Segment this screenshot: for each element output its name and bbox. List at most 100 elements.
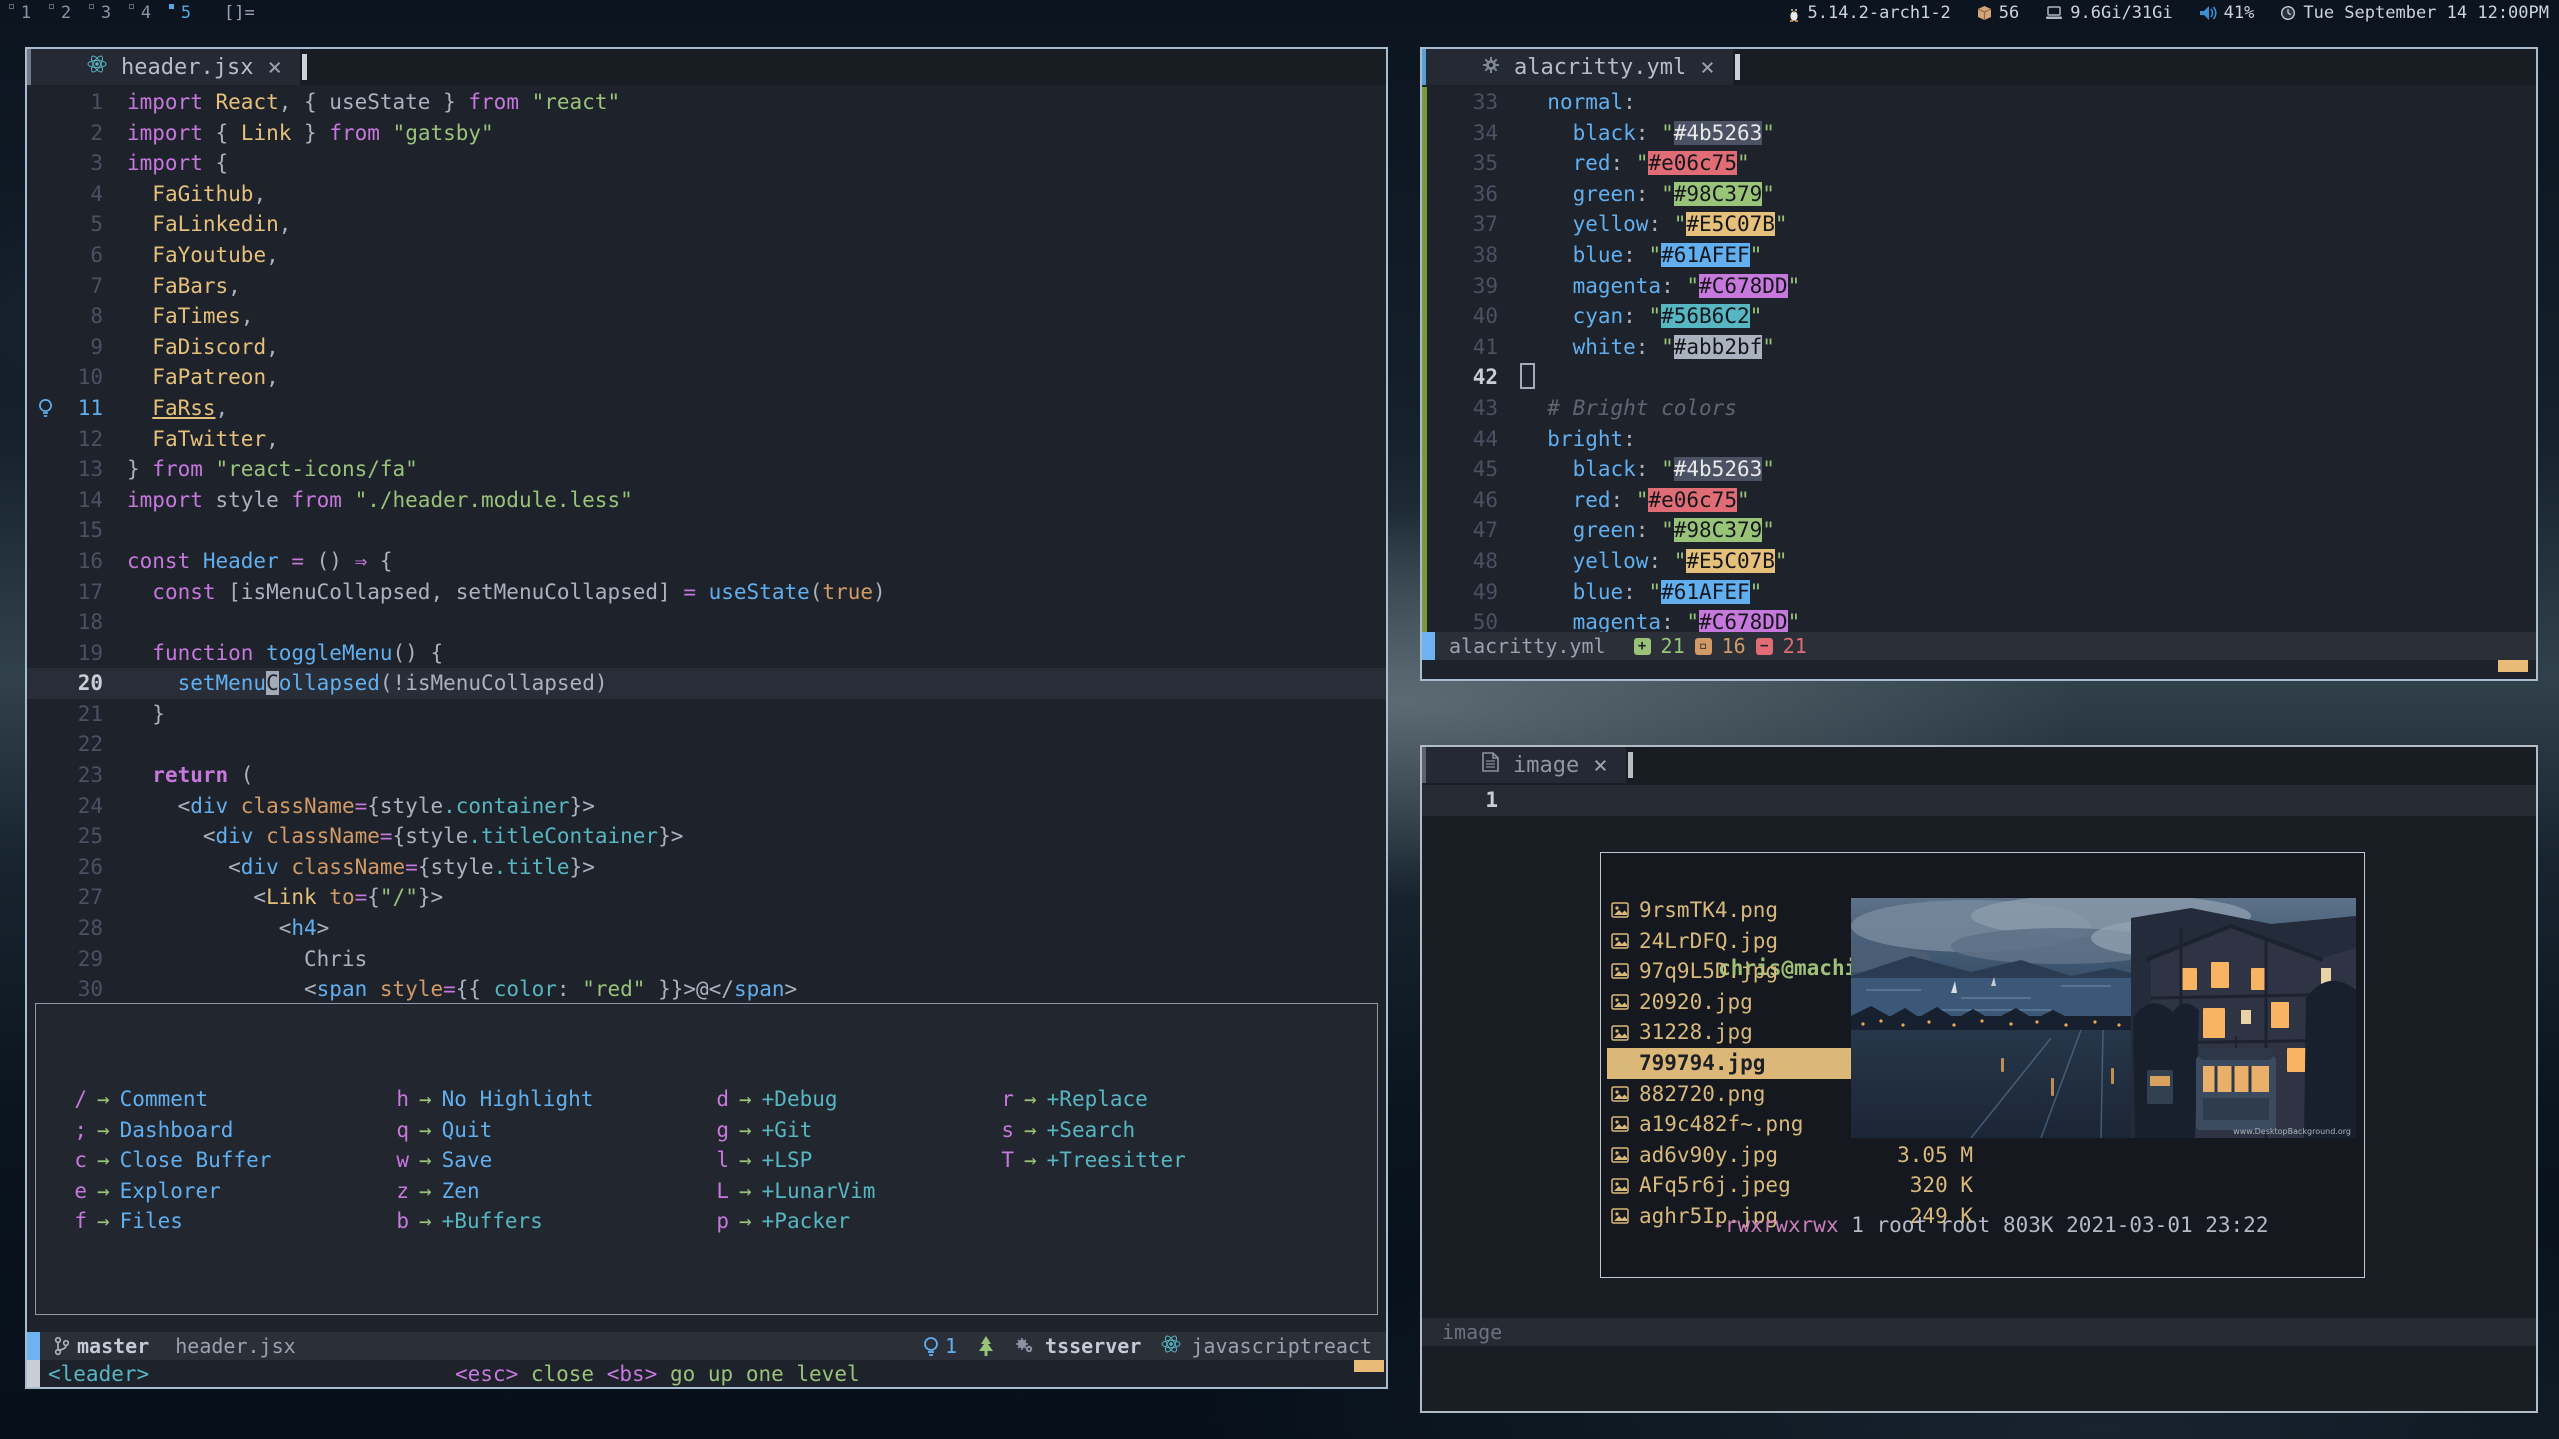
image-file-icon <box>1611 902 1639 918</box>
code-line-15[interactable]: 15 <box>27 515 1386 546</box>
whichkey-binding-p[interactable]: p→+Packer <box>716 1206 1001 1237</box>
line-number: 48 <box>1458 546 1498 577</box>
code-line-5[interactable]: 5 FaLinkedin, <box>27 209 1386 240</box>
whichkey-binding-/[interactable]: /→Comment <box>74 1084 396 1115</box>
code-line-44[interactable]: 44 bright: <box>1422 424 2536 455</box>
code-line-36[interactable]: 36 green: "#98C379" <box>1422 179 2536 210</box>
code-line-49[interactable]: 49 blue: "#61AFEF" <box>1422 577 2536 608</box>
code-buffer-alacritty-yml[interactable]: 33 normal:34 black: "#4b5263"35 red: "#e… <box>1422 87 2536 638</box>
code-line-2[interactable]: 2import { Link } from "gatsby" <box>27 118 1386 149</box>
code-line-39[interactable]: 39 magenta: "#C678DD" <box>1422 271 2536 302</box>
code-line-6[interactable]: 6 FaYoutube, <box>27 240 1386 271</box>
whichkey-binding-r[interactable]: r→+Replace <box>1001 1084 1377 1115</box>
code-line-35[interactable]: 35 red: "#e06c75" <box>1422 148 2536 179</box>
whichkey-binding-w[interactable]: w→Save <box>396 1145 716 1176</box>
line-content: import { Link } from "gatsby" <box>127 118 494 149</box>
code-line-13[interactable]: 13} from "react-icons/fa" <box>27 454 1386 485</box>
code-line-40[interactable]: 40 cyan: "#56B6C2" <box>1422 301 2536 332</box>
code-line-27[interactable]: 27 <Link to={"/"}> <box>27 882 1386 913</box>
editor-window-top-right: alacritty.yml × 33 normal:34 black: "#4b… <box>1420 47 2538 681</box>
whichkey-binding-q[interactable]: q→Quit <box>396 1115 716 1146</box>
whichkey-binding-d[interactable]: d→+Debug <box>716 1084 1001 1115</box>
close-icon[interactable]: × <box>1700 53 1714 81</box>
code-line-26[interactable]: 26 <div className={style.title}> <box>27 852 1386 883</box>
code-line-37[interactable]: 37 yellow: "#E5C07B" <box>1422 209 2536 240</box>
workspace-2[interactable]: 2 <box>46 3 86 23</box>
code-line-16[interactable]: 16const Header = () ⇒ { <box>27 546 1386 577</box>
line-number: 38 <box>1458 240 1498 271</box>
whichkey-binding-;[interactable]: ;→Dashboard <box>74 1115 396 1146</box>
code-line-17[interactable]: 17 const [isMenuCollapsed, setMenuCollap… <box>27 577 1386 608</box>
code-line-14[interactable]: 14import style from "./header.module.les… <box>27 485 1386 516</box>
code-line-25[interactable]: 25 <div className={style.titleContainer}… <box>27 821 1386 852</box>
workspace-4[interactable]: 4 <box>126 3 166 23</box>
code-line-4[interactable]: 4 FaGithub, <box>27 179 1386 210</box>
diagnostics[interactable]: 1 <box>923 1334 957 1358</box>
distant-tram <box>2147 1070 2173 1104</box>
code-line-45[interactable]: 45 black: "#4b5263" <box>1422 454 2536 485</box>
line-content: FaLinkedin, <box>127 209 291 240</box>
line-content: FaTimes, <box>127 301 253 332</box>
tab-label: header.jsx <box>121 55 253 80</box>
scrollbar-thumb[interactable] <box>1354 1360 1384 1372</box>
statusline-right-bottom: image <box>1422 1318 2536 1346</box>
code-line-1[interactable]: 1import React, { useState } from "react" <box>27 87 1386 118</box>
sign-column <box>1422 148 1458 179</box>
tab-alacritty-yml[interactable]: alacritty.yml × <box>1426 49 1733 85</box>
code-line-41[interactable]: 41 white: "#abb2bf" <box>1422 332 2536 363</box>
tab-header-jsx[interactable]: header.jsx × <box>31 49 300 85</box>
code-line-9[interactable]: 9 FaDiscord, <box>27 332 1386 363</box>
code-line-28[interactable]: 28 <h4> <box>27 913 1386 944</box>
current-line-highlight[interactable]: 1 <box>1422 785 2536 816</box>
git-branch[interactable]: master <box>77 1334 149 1358</box>
workspace-3[interactable]: 3 <box>86 3 126 23</box>
code-line-21[interactable]: 21 } <box>27 699 1386 730</box>
close-icon[interactable]: × <box>1593 751 1607 779</box>
code-line-29[interactable]: 29 Chris <box>27 944 1386 975</box>
code-line-19[interactable]: 19 function toggleMenu() { <box>27 638 1386 669</box>
code-line-42[interactable]: 42 <box>1422 362 2536 393</box>
close-icon[interactable]: × <box>267 53 281 81</box>
whichkey-binding-l[interactable]: l→+LSP <box>716 1145 1001 1176</box>
whichkey-binding-c[interactable]: c→Close Buffer <box>74 1145 396 1176</box>
code-buffer-header-jsx[interactable]: 1import React, { useState } from "react"… <box>27 87 1386 1005</box>
whichkey-binding-f[interactable]: f→Files <box>74 1206 396 1237</box>
code-line-38[interactable]: 38 blue: "#61AFEF" <box>1422 240 2536 271</box>
code-line-33[interactable]: 33 normal: <box>1422 87 2536 118</box>
whichkey-binding-e[interactable]: e→Explorer <box>74 1176 396 1207</box>
code-line-23[interactable]: 23 return ( <box>27 760 1386 791</box>
whichkey-binding-T[interactable]: T→+Treesitter <box>1001 1145 1377 1176</box>
code-line-18[interactable]: 18 <box>27 607 1386 638</box>
file-row-ad6v90y.jpg[interactable]: ad6v90y.jpg3.05 M <box>1607 1140 1981 1171</box>
code-line-22[interactable]: 22 <box>27 729 1386 760</box>
whichkey-binding-s[interactable]: s→+Search <box>1001 1115 1377 1146</box>
code-line-11[interactable]: 11 FaRss, <box>27 393 1386 424</box>
scrollbar-thumb[interactable] <box>2498 660 2528 672</box>
code-line-24[interactable]: 24 <div className={style.container}> <box>27 791 1386 822</box>
code-line-8[interactable]: 8 FaTimes, <box>27 301 1386 332</box>
code-line-34[interactable]: 34 black: "#4b5263" <box>1422 118 2536 149</box>
line-number: 26 <box>63 852 103 883</box>
layout-symbol[interactable]: []= <box>224 3 255 23</box>
whichkey-binding-L[interactable]: L→+LunarVim <box>716 1176 1001 1207</box>
line-number: 3 <box>63 148 103 179</box>
tab-image[interactable]: image × <box>1426 747 1626 783</box>
code-line-12[interactable]: 12 FaTwitter, <box>27 424 1386 455</box>
code-line-10[interactable]: 10 FaPatreon, <box>27 362 1386 393</box>
workspace-5[interactable]: 5 <box>166 3 206 23</box>
code-line-3[interactable]: 3import { <box>27 148 1386 179</box>
workspace-1[interactable]: 1 <box>6 3 46 23</box>
code-line-46[interactable]: 46 red: "#e06c75" <box>1422 485 2536 516</box>
whichkey-binding-g[interactable]: g→+Git <box>716 1115 1001 1146</box>
cmdline-left[interactable]: <leader> <esc> close <bs> go up one leve… <box>27 1360 1386 1387</box>
code-line-30[interactable]: 30 <span style={{ color: "red" }}>@</spa… <box>27 974 1386 1005</box>
code-line-47[interactable]: 47 green: "#98C379" <box>1422 515 2536 546</box>
code-line-48[interactable]: 48 yellow: "#E5C07B" <box>1422 546 2536 577</box>
code-line-7[interactable]: 7 FaBars, <box>27 271 1386 302</box>
whichkey-binding-h[interactable]: h→No Highlight <box>396 1084 716 1115</box>
whichkey-binding-b[interactable]: b→+Buffers <box>396 1206 716 1237</box>
whichkey-popup: /→Comment;→Dashboardc→Close Buffere→Expl… <box>35 1003 1378 1315</box>
code-line-20[interactable]: 20 setMenuCollapsed(!isMenuCollapsed) <box>27 668 1386 699</box>
code-line-43[interactable]: 43 # Bright colors <box>1422 393 2536 424</box>
whichkey-binding-z[interactable]: z→Zen <box>396 1176 716 1207</box>
